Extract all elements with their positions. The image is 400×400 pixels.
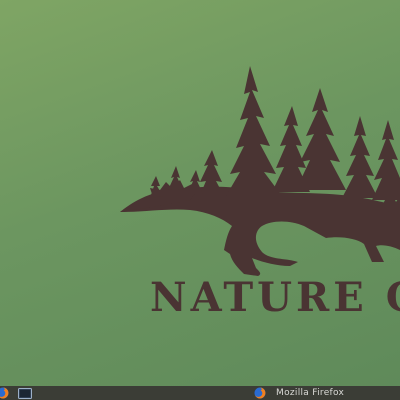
task-item-firefox[interactable]: Mozilla Firefox [254,386,344,400]
terminal-launcher-button[interactable] [18,386,32,400]
terminal-icon [18,386,32,400]
firefox-icon [254,386,266,400]
firefox-launcher-button[interactable] [0,386,10,400]
firefox-icon [0,386,9,400]
desktop[interactable]: NATURE CA [0,0,400,386]
task-item-label: Mozilla Firefox [276,388,345,398]
wallpaper-caption: NATURE CA [150,274,400,321]
taskbar: Mozilla Firefox [0,386,400,400]
wallpaper-fox-forest-silhouette [120,66,400,276]
